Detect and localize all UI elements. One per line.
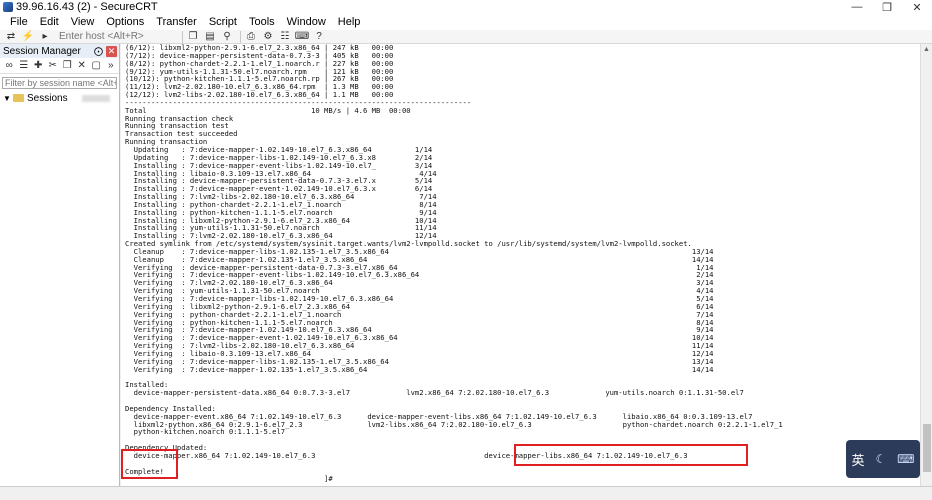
- help-icon[interactable]: ?: [312, 31, 326, 43]
- toolbar: ⇄ ⚡ ▸ ❐ ▤ ⚲ ⎙ ⚙ ☷ ⌨ ?: [0, 30, 932, 44]
- paste-icon[interactable]: ▤: [203, 31, 217, 43]
- window-title: 39.96.16.43 (2) - SecureCRT: [16, 1, 158, 13]
- minimize-icon[interactable]: —: [842, 0, 872, 14]
- copy-icon[interactable]: ❐: [186, 31, 200, 43]
- session-filter-input[interactable]: Filter by session name <Alt+...: [2, 77, 117, 89]
- terminal-line: Transaction test succeeded: [125, 129, 238, 139]
- toolbar-divider: [240, 30, 241, 43]
- highlight-box-updated-lib: [514, 444, 748, 466]
- terminal-line: ]#: [125, 474, 333, 484]
- terminal-text: (6/12): libxml2-python-2.9.1-6.el7_2.3.x…: [125, 44, 783, 483]
- menu-edit[interactable]: Edit: [34, 14, 65, 30]
- ime-toolbar[interactable]: 英 ☾ ⌨: [846, 440, 920, 478]
- menu-bar: File Edit View Options Transfer Script T…: [0, 14, 932, 30]
- sftp-icon[interactable]: ☷: [278, 31, 292, 43]
- keyboard-icon: ⌨: [897, 452, 915, 466]
- menu-help[interactable]: Help: [332, 14, 367, 30]
- session-manager-toolbar: ∞ ☰ ✚ ✂ ❐ ✕ ▢ »: [0, 58, 119, 74]
- keymap-icon[interactable]: ⌨: [295, 31, 309, 43]
- terminal-scrollbar[interactable]: ▲: [920, 44, 932, 486]
- list-icon[interactable]: ☰: [18, 60, 31, 72]
- more-icon[interactable]: »: [105, 60, 118, 72]
- menu-script[interactable]: Script: [203, 14, 243, 30]
- connect-icon[interactable]: ⇄: [4, 31, 18, 43]
- sessions-label: Sessions: [27, 92, 68, 104]
- menu-transfer[interactable]: Transfer: [150, 14, 203, 30]
- terminal-line: python-kitchen.noarch 0:1.1.1-5.el7: [125, 427, 286, 437]
- menu-view[interactable]: View: [65, 14, 101, 30]
- delete-icon[interactable]: ✕: [76, 60, 89, 72]
- moon-icon: ☾: [875, 452, 887, 466]
- securecrt-app-icon: [3, 2, 13, 12]
- copy-session-icon[interactable]: ❐: [61, 60, 74, 72]
- session-manager-panel: Session Manager ⨀ ✕ ∞ ☰ ✚ ✂ ❐ ✕ ▢ » Filt…: [0, 44, 120, 486]
- connect-tab-icon[interactable]: ▸: [38, 31, 52, 43]
- status-bar: [0, 486, 932, 500]
- menu-window[interactable]: Window: [281, 14, 332, 30]
- toolbar-divider: [182, 30, 183, 43]
- terminal-output[interactable]: (6/12): libxml2-python-2.9.1-6.el7_2.3.x…: [121, 44, 920, 486]
- pin-icon[interactable]: ⨀: [93, 46, 104, 57]
- quick-connect-icon[interactable]: ⚡: [21, 31, 35, 43]
- session-manager-title: Session Manager: [3, 45, 81, 57]
- close-panel-icon[interactable]: ✕: [106, 45, 117, 57]
- sessions-tree-root[interactable]: ▼ Sessions: [0, 92, 119, 104]
- terminal-line: Verifying : 7:device-mapper-1.02.135-1.e…: [125, 364, 714, 374]
- cut-icon[interactable]: ✂: [47, 60, 60, 72]
- close-icon[interactable]: ✕: [902, 0, 932, 14]
- add-icon[interactable]: ✚: [32, 60, 45, 72]
- folder-icon[interactable]: ▢: [90, 60, 103, 72]
- menu-options[interactable]: Options: [100, 14, 150, 30]
- find-icon[interactable]: ⚲: [220, 31, 234, 43]
- scroll-up-icon[interactable]: ▲: [921, 44, 932, 54]
- scroll-thumb[interactable]: [923, 424, 931, 472]
- folder-icon: [13, 94, 24, 102]
- menu-tools[interactable]: Tools: [243, 14, 281, 30]
- restore-icon[interactable]: ❐: [872, 0, 902, 14]
- ime-language-label: 英: [851, 452, 865, 468]
- settings-icon[interactable]: ⚙: [261, 31, 275, 43]
- print-icon[interactable]: ⎙: [244, 31, 258, 43]
- terminal-line: device-mapper-persistent-data.x86_64 0:0…: [125, 388, 744, 398]
- highlight-box-complete: [121, 449, 178, 479]
- session-manager-header: Session Manager ⨀ ✕: [0, 44, 119, 58]
- host-input[interactable]: [57, 30, 179, 43]
- link-icon[interactable]: ∞: [3, 60, 16, 72]
- title-bar: 39.96.16.43 (2) - SecureCRT — ❐ ✕: [0, 0, 932, 14]
- redacted-text: [81, 94, 110, 102]
- menu-file[interactable]: File: [4, 14, 34, 30]
- chevron-down-icon[interactable]: ▼: [3, 94, 11, 103]
